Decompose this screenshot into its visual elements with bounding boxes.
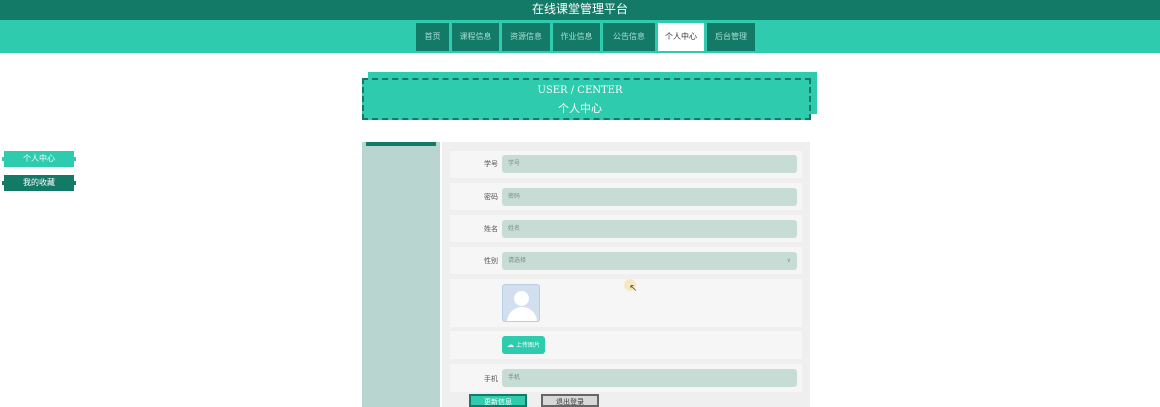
cloud-upload-icon: ☁ <box>506 341 514 349</box>
nav-item-user-center[interactable]: 个人中心 <box>658 23 704 51</box>
header-title-cn: 个人中心 <box>558 102 602 115</box>
save-button[interactable]: 更新信息 <box>469 394 527 407</box>
upload-image-button[interactable]: ☁ 上传图片 <box>502 336 545 354</box>
header-title-en: USER / CENTER <box>537 85 623 96</box>
sidebar-item-user-center[interactable]: 个人中心 <box>2 151 76 167</box>
logout-button[interactable]: 退出登录 <box>541 394 599 407</box>
password-input[interactable]: 密码 <box>502 188 797 206</box>
nav-item-homework[interactable]: 作业信息 <box>553 23 600 51</box>
nav-item-admin[interactable]: 后台管理 <box>707 23 755 51</box>
nav-item-home[interactable]: 首页 <box>416 23 449 51</box>
nav-item-notices[interactable]: 公告信息 <box>603 23 655 51</box>
student-id-input[interactable]: 学号 <box>502 155 797 173</box>
avatar-head <box>514 291 529 306</box>
nav-item-courses[interactable]: 课程信息 <box>452 23 499 51</box>
gender-select-value: 请选择 <box>508 257 527 264</box>
mouse-pointer-icon: ↖ <box>629 283 638 294</box>
gender-select[interactable]: 请选择 ∨ <box>502 252 797 270</box>
chevron-down-icon: ∨ <box>786 257 791 264</box>
top-bar: 在线课堂管理平台 <box>0 0 1160 20</box>
main-nav: 首页 课程信息 资源信息 作业信息 公告信息 个人中心 后台管理 <box>0 20 1160 53</box>
gender-label: 性别 <box>484 257 498 265</box>
site-title: 在线课堂管理平台 <box>531 2 628 16</box>
sidebar-item-favorites[interactable]: 我的收藏 <box>2 175 76 191</box>
avatar-placeholder-icon <box>502 284 540 322</box>
name-input[interactable]: 姓名 <box>502 220 797 238</box>
nav-item-resources[interactable]: 资源信息 <box>502 23 550 51</box>
upload-button-label: 上传图片 <box>515 342 540 349</box>
phone-label: 手机 <box>484 375 498 383</box>
sidebar <box>362 142 440 407</box>
password-label: 密码 <box>484 193 498 201</box>
student-id-label: 学号 <box>484 160 498 168</box>
phone-input[interactable]: 手机 <box>502 369 797 387</box>
name-label: 姓名 <box>484 225 498 233</box>
avatar-body <box>507 307 537 321</box>
sidebar-top-strip <box>366 142 436 146</box>
